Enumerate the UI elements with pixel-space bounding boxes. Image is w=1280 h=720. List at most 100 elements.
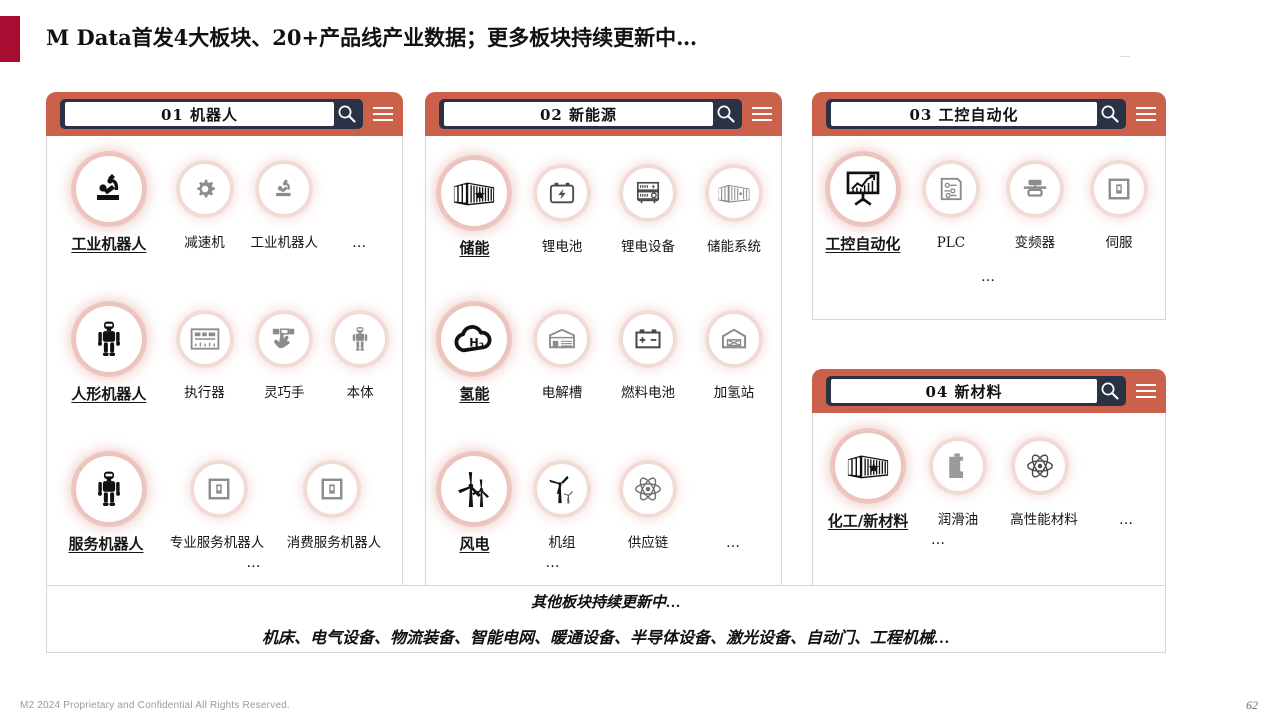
category-main-label[interactable]: 氢能: [459, 386, 489, 403]
atom-icon[interactable]: [1015, 441, 1065, 491]
category-sub-label[interactable]: 伺服: [1105, 236, 1132, 251]
search-bar-01[interactable]: 01 机器人: [60, 99, 363, 129]
electrolyzer-plant-icon[interactable]: [536, 314, 587, 364]
card-header-03: 03 工控自动化: [812, 92, 1166, 136]
board-card-03[interactable]: 03 工控自动化 工控自动化 PLC 变频器 伺服 …: [812, 92, 1166, 320]
search-value-03: 03 工控自动化: [909, 105, 1019, 124]
energy-storage-container-icon[interactable]: [709, 168, 759, 218]
card-body-01: 工业机器人 减速机 工业机器人 … 人形机器人 执行器 灵巧手 本体 服务机器人…: [46, 136, 403, 586]
banner-line-2: 机床、电气设备、物流装备、智能电网、暖通设备、半导体设备、激光设备、自动门、工程…: [261, 629, 950, 647]
category-main-label[interactable]: 人形机器人: [71, 386, 146, 403]
category-sub-label[interactable]: …: [1119, 512, 1135, 528]
actuator-panel-icon[interactable]: [179, 314, 230, 364]
search-bar-03[interactable]: 03 工控自动化: [826, 99, 1126, 129]
industrial-robot-arm-icon[interactable]: [75, 156, 142, 222]
category-sub-label[interactable]: 机组: [548, 536, 575, 551]
dexterous-hand-icon[interactable]: [259, 314, 310, 364]
hamburger-menu-icon[interactable]: [752, 107, 772, 121]
category-sub-label[interactable]: 加氢站: [714, 386, 755, 401]
category-sub-label[interactable]: 燃料电池: [621, 386, 675, 401]
oil-canister-icon[interactable]: [933, 441, 983, 491]
category-row: H 2 氢能 电解槽 燃料电池 加氢站: [426, 294, 781, 444]
category-sub-label[interactable]: 锂电设备: [621, 240, 675, 255]
wind-turbine-icon[interactable]: [441, 456, 508, 522]
hamburger-menu-icon[interactable]: [373, 107, 393, 121]
search-input-04[interactable]: 04 新材料: [831, 379, 1097, 403]
search-input-02[interactable]: 02 新能源: [444, 102, 713, 126]
category-main-label[interactable]: 工业机器人: [71, 236, 146, 253]
search-value-02: 02 新能源: [539, 105, 618, 124]
plc-controller-icon[interactable]: [925, 164, 976, 214]
humanoid-robot-icon[interactable]: [75, 306, 142, 372]
category-sub-label[interactable]: 执行器: [184, 386, 225, 401]
category-sub-label[interactable]: 储能系统: [707, 240, 761, 255]
category-main-label[interactable]: 服务机器人: [68, 536, 143, 553]
category-sub-label[interactable]: 工业机器人: [251, 236, 319, 251]
category-sub-label[interactable]: PLC: [937, 236, 965, 251]
hamburger-menu-icon[interactable]: [1136, 384, 1156, 398]
category-row: 服务机器人 专业服务机器人 消费服务机器人 …: [47, 444, 402, 584]
energy-storage-container-icon[interactable]: [441, 160, 508, 226]
card-header-02: 02 新能源: [425, 92, 782, 136]
category-sub-label[interactable]: …: [726, 535, 742, 551]
board-card-02[interactable]: 02 新能源 储能 锂电池 锂电设备 储能系统 H 2 氢能 电解槽 燃料电池 …: [425, 92, 782, 586]
board-card-04[interactable]: 04 新材料 化工/新材料 润滑油 高性能材料 … …: [812, 369, 1166, 586]
category-sub-label[interactable]: 电解槽: [542, 386, 583, 401]
search-icon[interactable]: [713, 102, 739, 126]
search-bar-04[interactable]: 04 新材料: [826, 376, 1126, 406]
svg-text:2: 2: [479, 341, 484, 350]
category-sub-label[interactable]: 高性能材料: [1010, 513, 1078, 528]
category-main-label[interactable]: 风电: [459, 536, 489, 553]
row-ellipsis: …: [545, 554, 562, 571]
gear-icon[interactable]: [179, 164, 230, 214]
row-ellipsis: …: [246, 554, 263, 571]
search-icon[interactable]: [1097, 102, 1123, 126]
category-sub-label[interactable]: 本体: [347, 386, 374, 401]
humanoid-robot-icon[interactable]: [76, 456, 142, 522]
card-header-04: 04 新材料: [812, 369, 1166, 413]
category-sub-label[interactable]: 润滑油: [938, 513, 979, 528]
svg-text:H: H: [470, 336, 479, 350]
decorative-tick: [1120, 56, 1130, 57]
humanoid-robot-icon[interactable]: [335, 314, 386, 364]
card-header-01: 01 机器人: [46, 92, 403, 136]
device-square-icon[interactable]: [193, 464, 244, 514]
category-row: 人形机器人 执行器 灵巧手 本体: [47, 294, 402, 444]
card-body-02: 储能 锂电池 锂电设备 储能系统 H 2 氢能 电解槽 燃料电池 加氢站 风电 …: [425, 136, 782, 586]
search-icon[interactable]: [334, 102, 360, 126]
category-sub-label[interactable]: 变频器: [1015, 236, 1056, 251]
category-main-label[interactable]: 工控自动化: [825, 236, 900, 253]
page-number: 62: [1246, 698, 1258, 712]
fuel-cell-battery-icon[interactable]: [622, 314, 673, 364]
category-sub-label[interactable]: …: [352, 235, 368, 251]
search-value-04: 04 新材料: [925, 382, 1003, 401]
industrial-robot-arm-icon[interactable]: [259, 164, 310, 214]
category-row: 工业机器人 减速机 工业机器人 …: [47, 144, 402, 294]
category-main-label[interactable]: 化工/新材料: [828, 513, 908, 530]
device-square-icon[interactable]: [1093, 164, 1144, 214]
board-card-01[interactable]: 01 机器人 工业机器人 减速机 工业机器人 … 人形机器人 执行器 灵巧手 本…: [46, 92, 403, 586]
category-sub-label[interactable]: 供应链: [628, 536, 669, 551]
inverter-icon[interactable]: [1009, 164, 1060, 214]
hydrogen-cloud-icon[interactable]: H 2: [441, 306, 508, 372]
search-input-03[interactable]: 03 工控自动化: [831, 102, 1097, 126]
category-sub-label[interactable]: 专业服务机器人: [170, 536, 265, 551]
wind-turbine-single-icon[interactable]: [536, 464, 587, 514]
search-icon[interactable]: [1097, 379, 1123, 403]
search-bar-02[interactable]: 02 新能源: [439, 99, 742, 129]
hamburger-menu-icon[interactable]: [1136, 107, 1156, 121]
chemical-plant-container-icon[interactable]: [835, 433, 901, 499]
category-sub-label[interactable]: 减速机: [184, 236, 225, 251]
search-input-01[interactable]: 01 机器人: [65, 102, 334, 126]
hydrogen-station-icon[interactable]: [709, 314, 759, 364]
category-row: 风电 机组 供应链 … …: [426, 444, 781, 584]
category-main-label[interactable]: 储能: [459, 240, 489, 257]
presentation-chart-icon[interactable]: [829, 156, 896, 222]
category-sub-label[interactable]: 消费服务机器人: [287, 536, 382, 551]
category-sub-label[interactable]: 灵巧手: [264, 386, 305, 401]
atom-icon[interactable]: [622, 464, 673, 514]
device-square-icon[interactable]: [307, 464, 357, 514]
battery-bolt-icon[interactable]: [536, 168, 587, 218]
category-sub-label[interactable]: 锂电池: [542, 240, 583, 255]
battery-equipment-rack-icon[interactable]: [622, 168, 673, 218]
